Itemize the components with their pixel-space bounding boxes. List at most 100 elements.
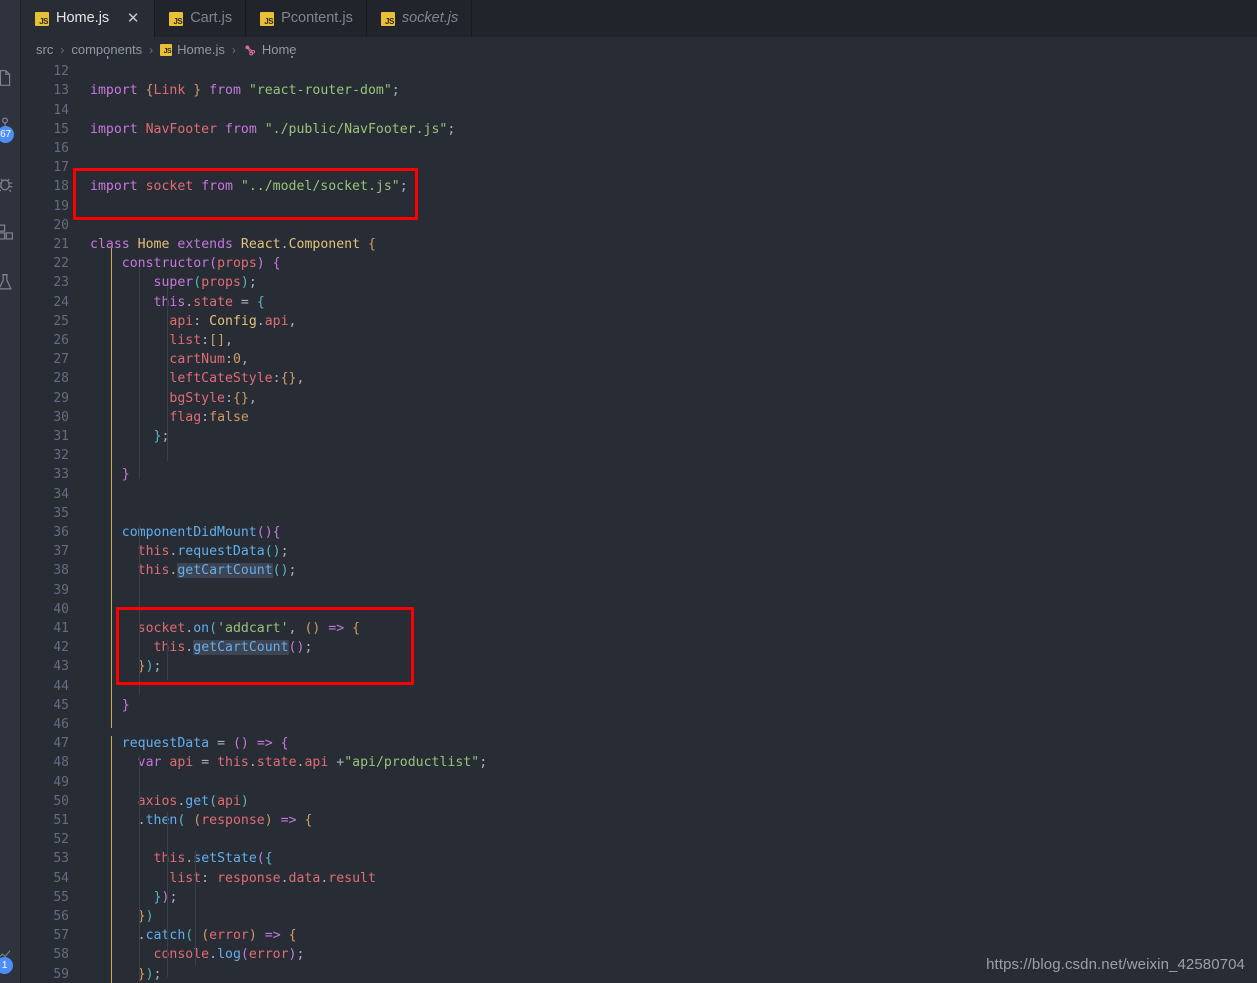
class-symbol-icon [243, 43, 257, 57]
code-line-43[interactable]: 43 }); [21, 657, 1257, 676]
code-text: leftCateStyle:{}, [169, 371, 305, 387]
code-line-51[interactable]: 51 .then( (response) => { [21, 811, 1257, 830]
close-icon[interactable]: ✕ [125, 11, 141, 27]
code-line-24[interactable]: 24 this.state = { [21, 293, 1257, 312]
code-line-38[interactable]: 38 this.getCartCount(); [21, 561, 1257, 580]
code-text: .then( (response) => { [137, 813, 313, 828]
line-number: 45 [53, 697, 69, 713]
line-number: 46 [53, 717, 69, 732]
vscode-window: 67 1 JS Home.js ✕ JS Cart.js JS Pcontent.js JS s… [0, 0, 1257, 983]
code-line-23[interactable]: 23 super(props); [21, 273, 1257, 292]
code-line-22[interactable]: 22 constructor(props) { [21, 254, 1257, 273]
code-text: bgStyle:{}, [169, 390, 257, 406]
code-line-15[interactable]: 15 import NavFooter from "./public/NavFoo… [21, 120, 1257, 139]
code-text: super(props); [153, 275, 257, 291]
line-number: 20 [53, 217, 69, 233]
breadcrumb-item-home[interactable]: Home [241, 42, 299, 57]
code-line-37[interactable]: 37 this.requestData(); [21, 542, 1257, 561]
code-line-47[interactable]: 47 requestData = () => { [21, 734, 1257, 753]
code-line-39[interactable]: 39 [21, 581, 1257, 600]
code-line-18[interactable]: 18 import socket from "../model/socket.js… [21, 177, 1257, 196]
code-line-48[interactable]: 48 var api = this.state.api +"api/produc… [21, 753, 1257, 772]
code-line-20[interactable]: 20 [21, 216, 1257, 235]
line-number: 23 [53, 275, 69, 291]
code-line-55[interactable]: 55 }); [21, 888, 1257, 907]
code-line-44[interactable]: 44 [21, 677, 1257, 696]
tab-socket-js[interactable]: JS socket.js [366, 0, 473, 37]
breadcrumb-item-components[interactable]: components [69, 42, 144, 57]
tab-label: Home.js [56, 10, 110, 27]
line-number: 57 [53, 928, 69, 944]
code-text: requestData = () => { [121, 736, 289, 752]
code-text: socket.on('addcart', () => { [137, 621, 361, 636]
code-text: }); [137, 659, 162, 675]
code-text: flag:false [169, 409, 249, 425]
code-line-19[interactable]: 19 [21, 197, 1257, 216]
code-line-29[interactable]: 29 bgStyle:{}, [21, 389, 1257, 408]
line-number: 42 [53, 640, 69, 656]
active-indent-guide [111, 248, 112, 728]
code-line-31[interactable]: 31 }; [21, 427, 1257, 446]
code-line-26[interactable]: 26 list:[], [21, 331, 1257, 350]
explorer-icon[interactable] [0, 62, 21, 94]
tab-cart-js[interactable]: JS Cart.js [155, 0, 247, 37]
code-line-53[interactable]: 53 this.setState({ [21, 849, 1257, 868]
code-line-54[interactable]: 54 list: response.data.result [21, 869, 1257, 888]
breadcrumb-label: Home [261, 42, 297, 57]
breadcrumb-item-home-js[interactable]: JS Home.js [158, 42, 227, 57]
code-line-49[interactable]: 49 [21, 773, 1257, 792]
test-flask-icon[interactable] [0, 266, 21, 298]
breadcrumb-item-src[interactable]: src [34, 42, 55, 57]
line-number: 28 [53, 371, 69, 387]
code-line-40[interactable]: 40 [21, 600, 1257, 619]
line-number: 47 [53, 736, 69, 752]
line-number: 21 [53, 237, 69, 252]
code-line-32[interactable]: 32 [21, 446, 1257, 465]
code-line-46[interactable]: 46 [21, 715, 1257, 734]
line-number: 54 [53, 870, 69, 886]
editor-tab-bar: JS Home.js ✕ JS Cart.js JS Pcontent.js JS socket… [21, 0, 1257, 37]
code-line-16[interactable]: 16 [21, 139, 1257, 158]
code-line-33[interactable]: 33 } [21, 465, 1257, 484]
indent-guide [167, 286, 168, 461]
line-number: 19 [53, 198, 69, 214]
problems-badge: 1 [0, 957, 13, 974]
line-number: 32 [53, 448, 69, 464]
code-text: console.log(error); [153, 947, 305, 963]
code-line-30[interactable]: 30 flag:false [21, 408, 1257, 427]
indent-guide [139, 525, 140, 695]
code-text: class Home extends React.Component { [90, 237, 376, 252]
line-number: 13 [53, 83, 69, 99]
code-line-50[interactable]: 50 axios.get(api) [21, 792, 1257, 811]
breadcrumb-label: components [71, 42, 143, 57]
indent-guide [139, 267, 140, 479]
code-line-42[interactable]: 42 this.getCartCount(); [21, 638, 1257, 657]
code-line-28[interactable]: 28 leftCateStyle:{}, [21, 369, 1257, 388]
line-number: 37 [53, 544, 69, 560]
code-line-14[interactable]: 14 [21, 101, 1257, 120]
code-line-21[interactable]: 21 class Home extends React.Component { [21, 235, 1257, 254]
line-number: 14 [53, 102, 69, 118]
code-line-34[interactable]: 34 [21, 485, 1257, 504]
line-number: 26 [53, 333, 69, 348]
indent-guide [139, 755, 140, 983]
extensions-icon[interactable] [0, 216, 21, 248]
tab-home-js[interactable]: JS Home.js ✕ [21, 0, 156, 37]
code-line-41[interactable]: 41 socket.on('addcart', () => { [21, 619, 1257, 638]
code-line-25[interactable]: 25 api: Config.api, [21, 312, 1257, 331]
code-line-56[interactable]: 56 }) [21, 907, 1257, 926]
code-line-36[interactable]: 36 componentDidMount(){ [21, 523, 1257, 542]
code-line-45[interactable]: 45 } [21, 696, 1257, 715]
code-line-57[interactable]: 57 .catch( (error) => { [21, 926, 1257, 945]
code-editor[interactable]: 11import axios from "axios";1213import {… [21, 56, 1257, 983]
run-debug-bug-icon[interactable] [0, 168, 21, 200]
js-file-icon: JS [380, 11, 395, 26]
code-line-35[interactable]: 35 [21, 504, 1257, 523]
code-line-52[interactable]: 52 [21, 830, 1257, 849]
code-line-12[interactable]: 12 [21, 62, 1257, 81]
code-text: } [121, 467, 130, 483]
tab-pcontent-js[interactable]: JS Pcontent.js [246, 0, 367, 37]
code-line-17[interactable]: 17 [21, 158, 1257, 177]
code-line-27[interactable]: 27 cartNum:0, [21, 350, 1257, 369]
code-line-13[interactable]: 13 import {Link } from "react-router-dom"… [21, 81, 1257, 100]
